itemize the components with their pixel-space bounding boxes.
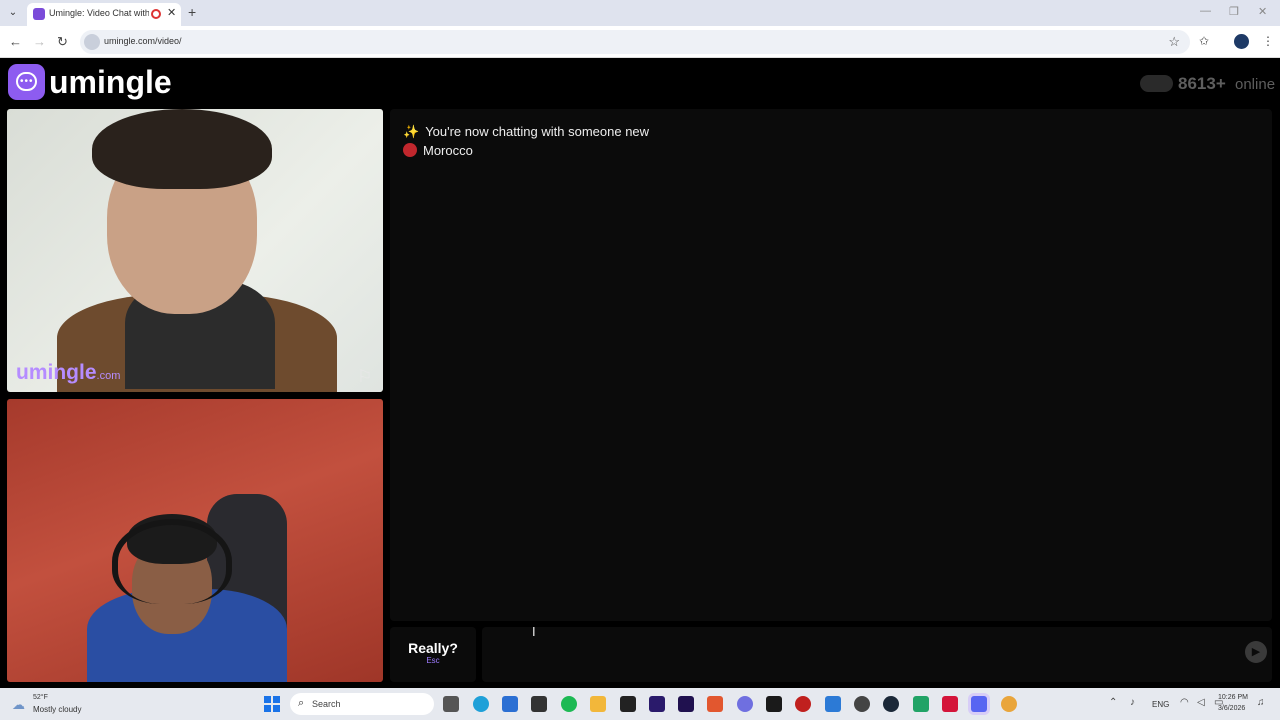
volume-icon[interactable]: ◁ bbox=[1197, 697, 1205, 708]
taskbar: ☁ 52°F Mostly cloudy ⌕ Search ⌃ ♪ ENG ◠ … bbox=[0, 688, 1280, 720]
tab-title: Umingle: Video Chat with Str bbox=[49, 8, 149, 18]
discord-icon[interactable] bbox=[971, 696, 987, 712]
search-icon: ⌕ bbox=[298, 697, 305, 709]
send-icon[interactable]: ▶ bbox=[1245, 641, 1267, 663]
notification-bell-icon[interactable]: ♫ bbox=[1257, 697, 1265, 708]
sparkle-icon: ✨ bbox=[403, 124, 420, 139]
forward-icon[interactable]: → bbox=[33, 34, 46, 49]
site-favicon-icon bbox=[33, 8, 45, 20]
extensions-icon[interactable]: ✩ bbox=[1199, 34, 1209, 48]
task-view-icon[interactable] bbox=[443, 696, 459, 712]
pen-app-icon[interactable] bbox=[531, 696, 547, 712]
skip-button-label: Really? bbox=[408, 640, 458, 656]
system-message: ✨ You're now chatting with someone new bbox=[403, 124, 649, 140]
country-name: Morocco bbox=[423, 143, 473, 158]
clock-time[interactable]: 10:26 PM bbox=[1218, 694, 1248, 701]
logo-chat-bubble-icon[interactable]: ••• bbox=[8, 64, 45, 100]
premiere-icon[interactable] bbox=[649, 696, 665, 712]
message-input[interactable] bbox=[482, 627, 1272, 682]
watermark-text: umingle bbox=[16, 361, 97, 384]
window-close-icon[interactable]: ✕ bbox=[1258, 5, 1267, 18]
online-count: 8613+ bbox=[1178, 74, 1226, 93]
skip-button[interactable]: Really? Esc bbox=[390, 627, 476, 682]
weather-cloud-icon[interactable]: ☁ bbox=[12, 697, 25, 713]
system-message-text: You're now chatting with someone new bbox=[425, 124, 650, 139]
maximize-icon[interactable]: ❐ bbox=[1229, 5, 1239, 18]
brave-icon[interactable] bbox=[707, 696, 723, 712]
stranger-video: umingle.com ⚐ bbox=[7, 109, 383, 392]
stranger-hair bbox=[92, 109, 272, 189]
microphone-icon[interactable]: ♪ bbox=[1130, 697, 1135, 708]
country-line: Morocco bbox=[403, 143, 473, 158]
notepad-icon[interactable] bbox=[825, 696, 841, 712]
tab-close-icon[interactable]: ✕ bbox=[167, 6, 176, 19]
weather-description[interactable]: Mostly cloudy bbox=[33, 705, 81, 714]
minimize-icon[interactable]: — bbox=[1200, 5, 1211, 17]
url-text: umingle.com/video/ bbox=[104, 36, 182, 46]
watermark-suffix: .com bbox=[96, 370, 121, 382]
obs-icon[interactable] bbox=[854, 696, 870, 712]
umingle-watermark: umingle.com bbox=[16, 361, 120, 385]
profile-avatar[interactable] bbox=[1234, 34, 1249, 49]
wifi-icon[interactable]: ◠ bbox=[1180, 697, 1189, 708]
taskbar-search[interactable]: ⌕ Search bbox=[290, 693, 434, 715]
clock-date[interactable]: 3/6/2026 bbox=[1218, 705, 1245, 712]
morocco-flag-icon bbox=[403, 143, 417, 157]
search-placeholder: Search bbox=[312, 699, 341, 709]
report-flag-icon[interactable]: ⚐ bbox=[357, 367, 372, 387]
tab-list-icon[interactable]: ⌄ bbox=[6, 7, 20, 19]
language-indicator[interactable]: ENG bbox=[1152, 700, 1169, 709]
acrobat-icon[interactable] bbox=[942, 696, 958, 712]
windows-start-icon[interactable] bbox=[264, 696, 280, 712]
browser-tab[interactable]: Umingle: Video Chat with Str ✕ bbox=[27, 3, 181, 26]
chrome-icon[interactable] bbox=[1001, 696, 1017, 712]
chat-log: ✨ You're now chatting with someone new Mo… bbox=[390, 109, 1272, 621]
reload-icon[interactable]: ↻ bbox=[57, 34, 68, 50]
online-label: online bbox=[1235, 76, 1276, 93]
after-effects-icon[interactable] bbox=[678, 696, 694, 712]
new-tab-button[interactable]: + bbox=[188, 4, 196, 20]
recorder-icon[interactable] bbox=[795, 696, 811, 712]
bookmark-star-icon[interactable]: ☆ bbox=[1168, 34, 1180, 50]
edge-icon[interactable] bbox=[473, 696, 489, 712]
online-toggle[interactable] bbox=[1140, 75, 1173, 92]
weather-temperature[interactable]: 52°F bbox=[33, 694, 48, 701]
browser-tab-bar: ⌄ Umingle: Video Chat with Str ✕ + — ❐ ✕ bbox=[0, 0, 1280, 26]
page: ••• umingle 8613+ online umingle.com ⚐ ✨… bbox=[0, 58, 1280, 688]
store-icon[interactable] bbox=[502, 696, 518, 712]
spotify-icon[interactable] bbox=[561, 696, 577, 712]
address-bar[interactable]: umingle.com/video/ ☆ bbox=[80, 30, 1190, 54]
headphones-icon bbox=[112, 519, 232, 604]
steam-icon[interactable] bbox=[883, 696, 899, 712]
text-cursor-icon: I bbox=[532, 624, 536, 639]
capcut-icon[interactable] bbox=[620, 696, 636, 712]
file-explorer-icon[interactable] bbox=[590, 696, 606, 712]
logo-text[interactable]: umingle bbox=[49, 64, 172, 101]
self-video bbox=[7, 399, 383, 682]
browser-toolbar: ← → ↻ umingle.com/video/ ☆ bbox=[0, 26, 1280, 58]
tray-overflow-icon[interactable]: ⌃ bbox=[1109, 697, 1117, 708]
game-launcher-icon[interactable] bbox=[766, 696, 782, 712]
browser-menu-icon[interactable]: ⋮ bbox=[1262, 34, 1274, 48]
recording-indicator-icon bbox=[151, 9, 161, 19]
site-info-icon[interactable] bbox=[84, 34, 100, 50]
excel-icon[interactable] bbox=[913, 696, 929, 712]
back-icon[interactable]: ← bbox=[9, 34, 22, 49]
skip-shortcut-label: Esc bbox=[426, 656, 440, 665]
copilot-icon[interactable] bbox=[737, 696, 753, 712]
